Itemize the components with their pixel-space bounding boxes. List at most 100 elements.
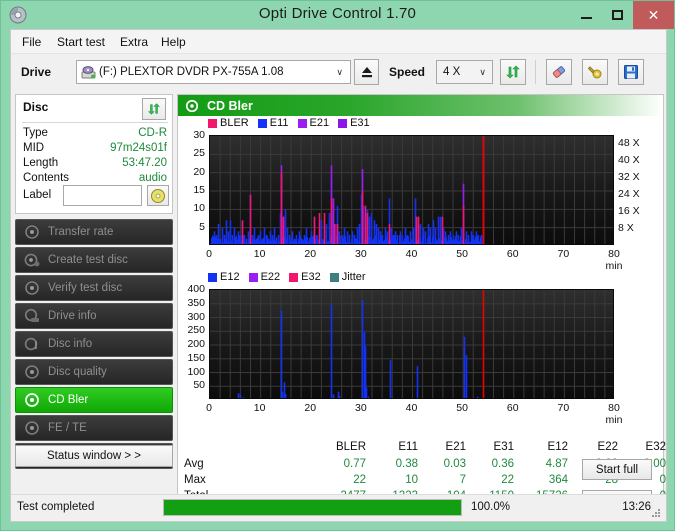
disc-row-type: Type CD-R <box>23 127 167 143</box>
sidebar-item-drive-info[interactable]: Drive info <box>15 303 173 329</box>
menu-start-test[interactable]: Start test <box>52 34 110 50</box>
resize-grip-icon[interactable] <box>650 506 662 518</box>
stats-column-header: E32 <box>645 441 666 453</box>
sidebar-label-cd-bler: CD Bler <box>48 394 89 406</box>
legend-item-e31: E31 <box>338 117 370 129</box>
x-tick-label: 0 <box>206 402 212 414</box>
disc-value-contents: audio <box>138 172 167 184</box>
stats-cell: - <box>658 474 675 486</box>
legend-label: E31 <box>350 117 370 129</box>
sidebar-label-fe-te: FE / TE <box>48 422 87 434</box>
sidebar-item-create-test-disc[interactable]: Create test disc <box>15 247 173 273</box>
y-tick-label: 250 <box>187 324 205 337</box>
drive-icon <box>24 308 40 324</box>
y-tick-label: 15 <box>193 184 205 196</box>
settings-icon <box>587 66 602 79</box>
y-tick-label: 10 <box>193 202 205 215</box>
disc-write-icon <box>24 252 40 268</box>
disc-key-mid: MID <box>23 142 45 154</box>
menu-help[interactable]: Help <box>156 34 191 50</box>
cd-icon <box>151 188 165 203</box>
menu-extra[interactable]: Extra <box>115 34 153 50</box>
disc-value-mid: 97m24s01f <box>110 142 167 154</box>
stats-column-header: Jitter <box>658 441 675 453</box>
sidebar-item-fe-te[interactable]: FE / TE <box>15 415 173 441</box>
sidebar-item-cd-bler[interactable]: CD Bler <box>15 387 173 413</box>
refresh-button[interactable] <box>500 59 526 85</box>
menu-file[interactable]: File <box>17 34 46 50</box>
disc-label-input[interactable] <box>63 185 142 206</box>
disc-value-length: 53:47.20 <box>122 157 167 169</box>
legend-item-bler: BLER <box>208 117 249 129</box>
status-window-button[interactable]: Status window > > <box>15 445 173 467</box>
stats-column-header: BLER <box>335 441 366 453</box>
disc-label-row: Label <box>23 185 169 207</box>
drive-select[interactable]: (F:) PLEXTOR DVDR PX-755A 1.08 ∨ <box>76 60 351 84</box>
drive-label: Drive <box>21 65 52 79</box>
close-button[interactable]: ✕ <box>633 1 674 29</box>
legend-label: E22 <box>260 271 281 283</box>
drive-toolbar: Drive (F:) PLEXTOR DVDR PX-755A 1.08 ∨ S… <box>11 54 666 92</box>
x-tick-label: 0 <box>206 248 212 260</box>
disc-quality-icon <box>24 364 40 380</box>
sidebar-label-disc-quality: Disc quality <box>48 366 107 378</box>
speed-select[interactable]: 4 X ∨ <box>436 60 493 84</box>
sidebar-label-disc-info: Disc info <box>48 338 93 350</box>
sidebar-item-transfer-rate[interactable]: Transfer rate <box>15 219 173 245</box>
sidebar-item-disc-info[interactable]: Disc info <box>15 331 173 357</box>
x-tick-label: 10 <box>253 402 266 414</box>
minimize-button[interactable] <box>571 1 602 29</box>
x-tick-label: 70 <box>557 248 570 260</box>
app-window: Opti Drive Control 1.70 ✕ File Start tes… <box>0 0 675 531</box>
y-tick-label: 150 <box>187 351 205 364</box>
disc-bler-icon <box>24 392 40 408</box>
legend-label: E12 <box>220 271 240 283</box>
disc-row-length: Length 53:47.20 <box>23 157 167 173</box>
sidebar-label-verify-test-disc: Verify test disc <box>48 282 123 294</box>
maximize-icon <box>612 10 623 20</box>
disc-panel-divider <box>22 122 168 123</box>
stats-cell: - <box>658 458 675 470</box>
stats-cell: 0.77 <box>343 458 366 470</box>
legend-swatch-icon <box>257 118 267 128</box>
settings-button[interactable] <box>582 59 608 85</box>
y-tick-label: 400 <box>187 283 205 295</box>
legend-label: E21 <box>309 117 330 129</box>
erase-button[interactable] <box>546 59 572 85</box>
disc-value-type: CD-R <box>138 127 167 139</box>
eject-button[interactable] <box>354 59 379 85</box>
maximize-button[interactable] <box>602 1 633 29</box>
sidebar-item-disc-quality[interactable]: Disc quality <box>15 359 173 385</box>
disc-label-button[interactable] <box>147 185 169 206</box>
x-tick-label: 50 <box>456 248 468 260</box>
x-tick-label: 70 <box>557 402 570 414</box>
drive-disc-icon <box>81 65 96 80</box>
y-tick-label: 100 <box>187 365 205 378</box>
disc-info-icon <box>24 336 40 352</box>
legend-item-e22: E22 <box>248 271 281 283</box>
progress-percent: 100.0% <box>471 501 511 513</box>
save-icon <box>624 65 638 79</box>
legend-swatch-icon <box>208 118 217 128</box>
disc-refresh-button[interactable] <box>142 98 166 120</box>
y-tick-label: 50 <box>193 379 205 392</box>
legend-item-e12: E12 <box>208 271 240 283</box>
x-tick-label: 20 <box>304 248 317 260</box>
x-tick-label: 80 min <box>605 402 623 426</box>
stats-row-label: Max <box>184 474 206 486</box>
legend-swatch-icon <box>208 272 217 282</box>
disc-panel-title: Disc <box>23 100 49 114</box>
disc-key-length: Length <box>23 157 59 169</box>
sidebar-label-create-test-disc: Create test disc <box>48 254 128 266</box>
cd-bler-panel: CD Bler BLER E11 E21 E31 5 10 15 20 25 30 8 X 16 … <box>177 94 666 518</box>
legend-label: Jitter <box>341 271 366 283</box>
stats-cell: 0.36 <box>491 458 514 470</box>
legend-item-e11: E11 <box>257 117 289 129</box>
save-button[interactable] <box>618 59 644 85</box>
start-full-button[interactable]: Start full <box>582 459 652 480</box>
elapsed-time: 13:26 <box>622 501 651 513</box>
drive-value: (F:) PLEXTOR DVDR PX-755A 1.08 <box>99 66 284 78</box>
stats-cell: 22 <box>353 474 366 486</box>
sidebar-item-verify-test-disc[interactable]: Verify test disc <box>15 275 173 301</box>
y-tick-label: 5 <box>199 220 205 233</box>
